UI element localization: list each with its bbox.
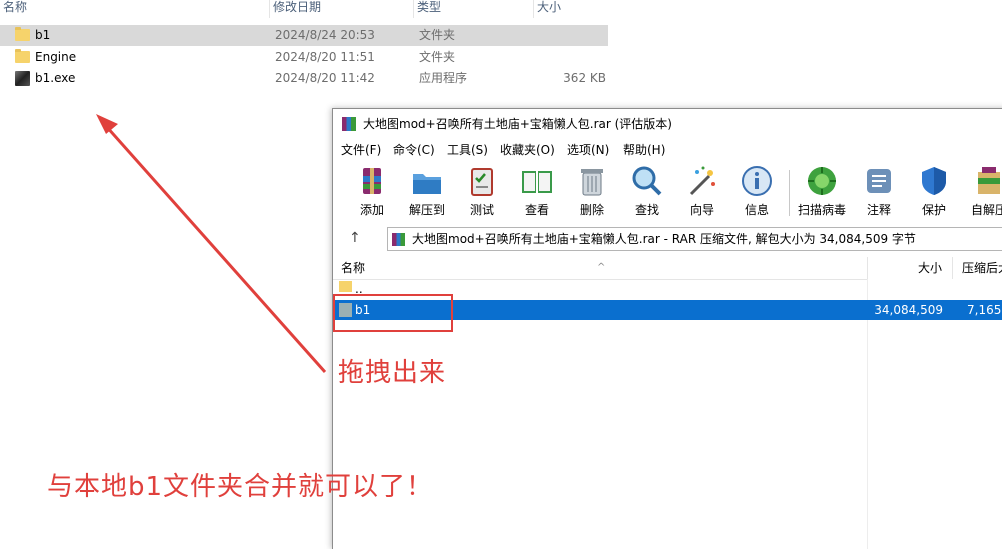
annotation-drag-text: 拖拽出来 [338, 358, 447, 388]
annotation-arrow [96, 114, 327, 373]
highlight-box [333, 294, 453, 332]
annotation-merge-text: 与本地b1文件夹合并就可以了！ [47, 472, 434, 502]
